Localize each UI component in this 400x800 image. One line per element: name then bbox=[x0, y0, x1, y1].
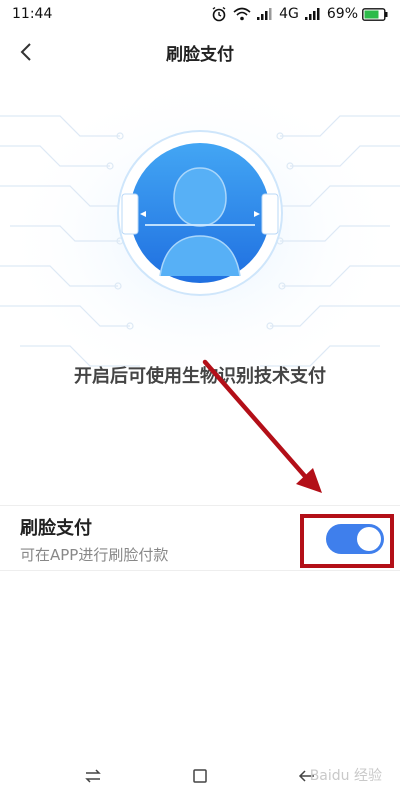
battery-percent: 69% bbox=[326, 6, 358, 22]
wifi-icon bbox=[233, 7, 251, 21]
watermark: Baidu 经验 bbox=[309, 768, 382, 784]
network-type: 4G bbox=[279, 6, 299, 22]
switch-app-button[interactable] bbox=[73, 756, 113, 796]
alarm-icon bbox=[211, 6, 227, 22]
status-time: 11:44 bbox=[12, 6, 53, 22]
battery-icon bbox=[362, 7, 388, 21]
back-button[interactable] bbox=[10, 36, 42, 68]
face-scan-illustration bbox=[0, 76, 400, 396]
status-icons: 4G 69% bbox=[211, 6, 388, 22]
setting-title: 刷脸支付 bbox=[20, 518, 92, 539]
page-title: 刷脸支付 bbox=[166, 44, 234, 65]
home-button[interactable] bbox=[180, 756, 220, 796]
signal-icon bbox=[257, 8, 273, 20]
chevron-left-icon bbox=[20, 43, 31, 61]
battery-status: 69% bbox=[327, 6, 388, 22]
nav-bar: 刷脸支付 bbox=[0, 28, 400, 76]
switch-icon bbox=[85, 769, 102, 783]
signal-icon-2 bbox=[304, 8, 321, 20]
highlight-box bbox=[300, 514, 394, 568]
square-icon bbox=[193, 769, 207, 783]
hero-description: 开启后可使用生物识别技术支付 bbox=[74, 366, 326, 387]
status-bar: 11:44 4G 69% bbox=[0, 0, 400, 28]
setting-subtitle: 可在APP进行刷脸付款 bbox=[20, 546, 169, 564]
